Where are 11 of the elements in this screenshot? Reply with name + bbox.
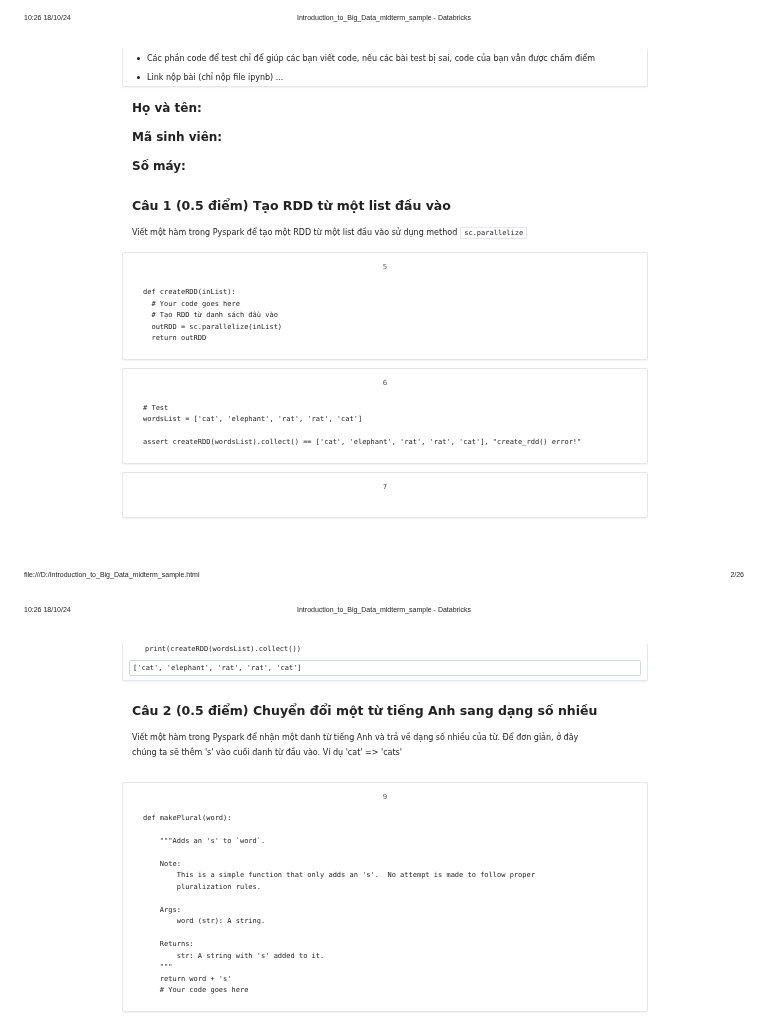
question-text: Viết một hàm trong Pyspark để tạo một RDD từ một list đầu vào sử dụng method [132,228,458,237]
bullet-icon [137,76,140,79]
question-heading: Câu 2 (0.5 điểm) Chuyển đổi một từ tiếng Anh sang dạng số nhiều [131,702,599,718]
bullet-icon [137,57,140,60]
question-heading: Câu 1 (0.5 điểm) Tạo RDD từ một list đầu vào [131,198,452,213]
form-label: Họ và tên: [131,100,203,117]
question-text: Viết một hàm trong Pyspark để nhận một danh từ tiếng Anh và trả về dạng số nhiều của từ. Để đơn giản, ở đây chúng ta sẽ thêm 's' vào cuối danh từ đầu vào. Ví dụ 'cat' => 'cats' [132,732,579,757]
form-label: Số máy: [131,158,187,175]
form-label: Mã sinh viên: [131,129,224,146]
bullet-text: Các phần code để test chỉ để giúp các bạn viết code, nếu các bài test bị sai, code của bạn vẫn được chấm điểm [147,54,595,63]
bullet-text: Link nộp bài (chỉ nộp file ipynb) ... [147,73,284,82]
